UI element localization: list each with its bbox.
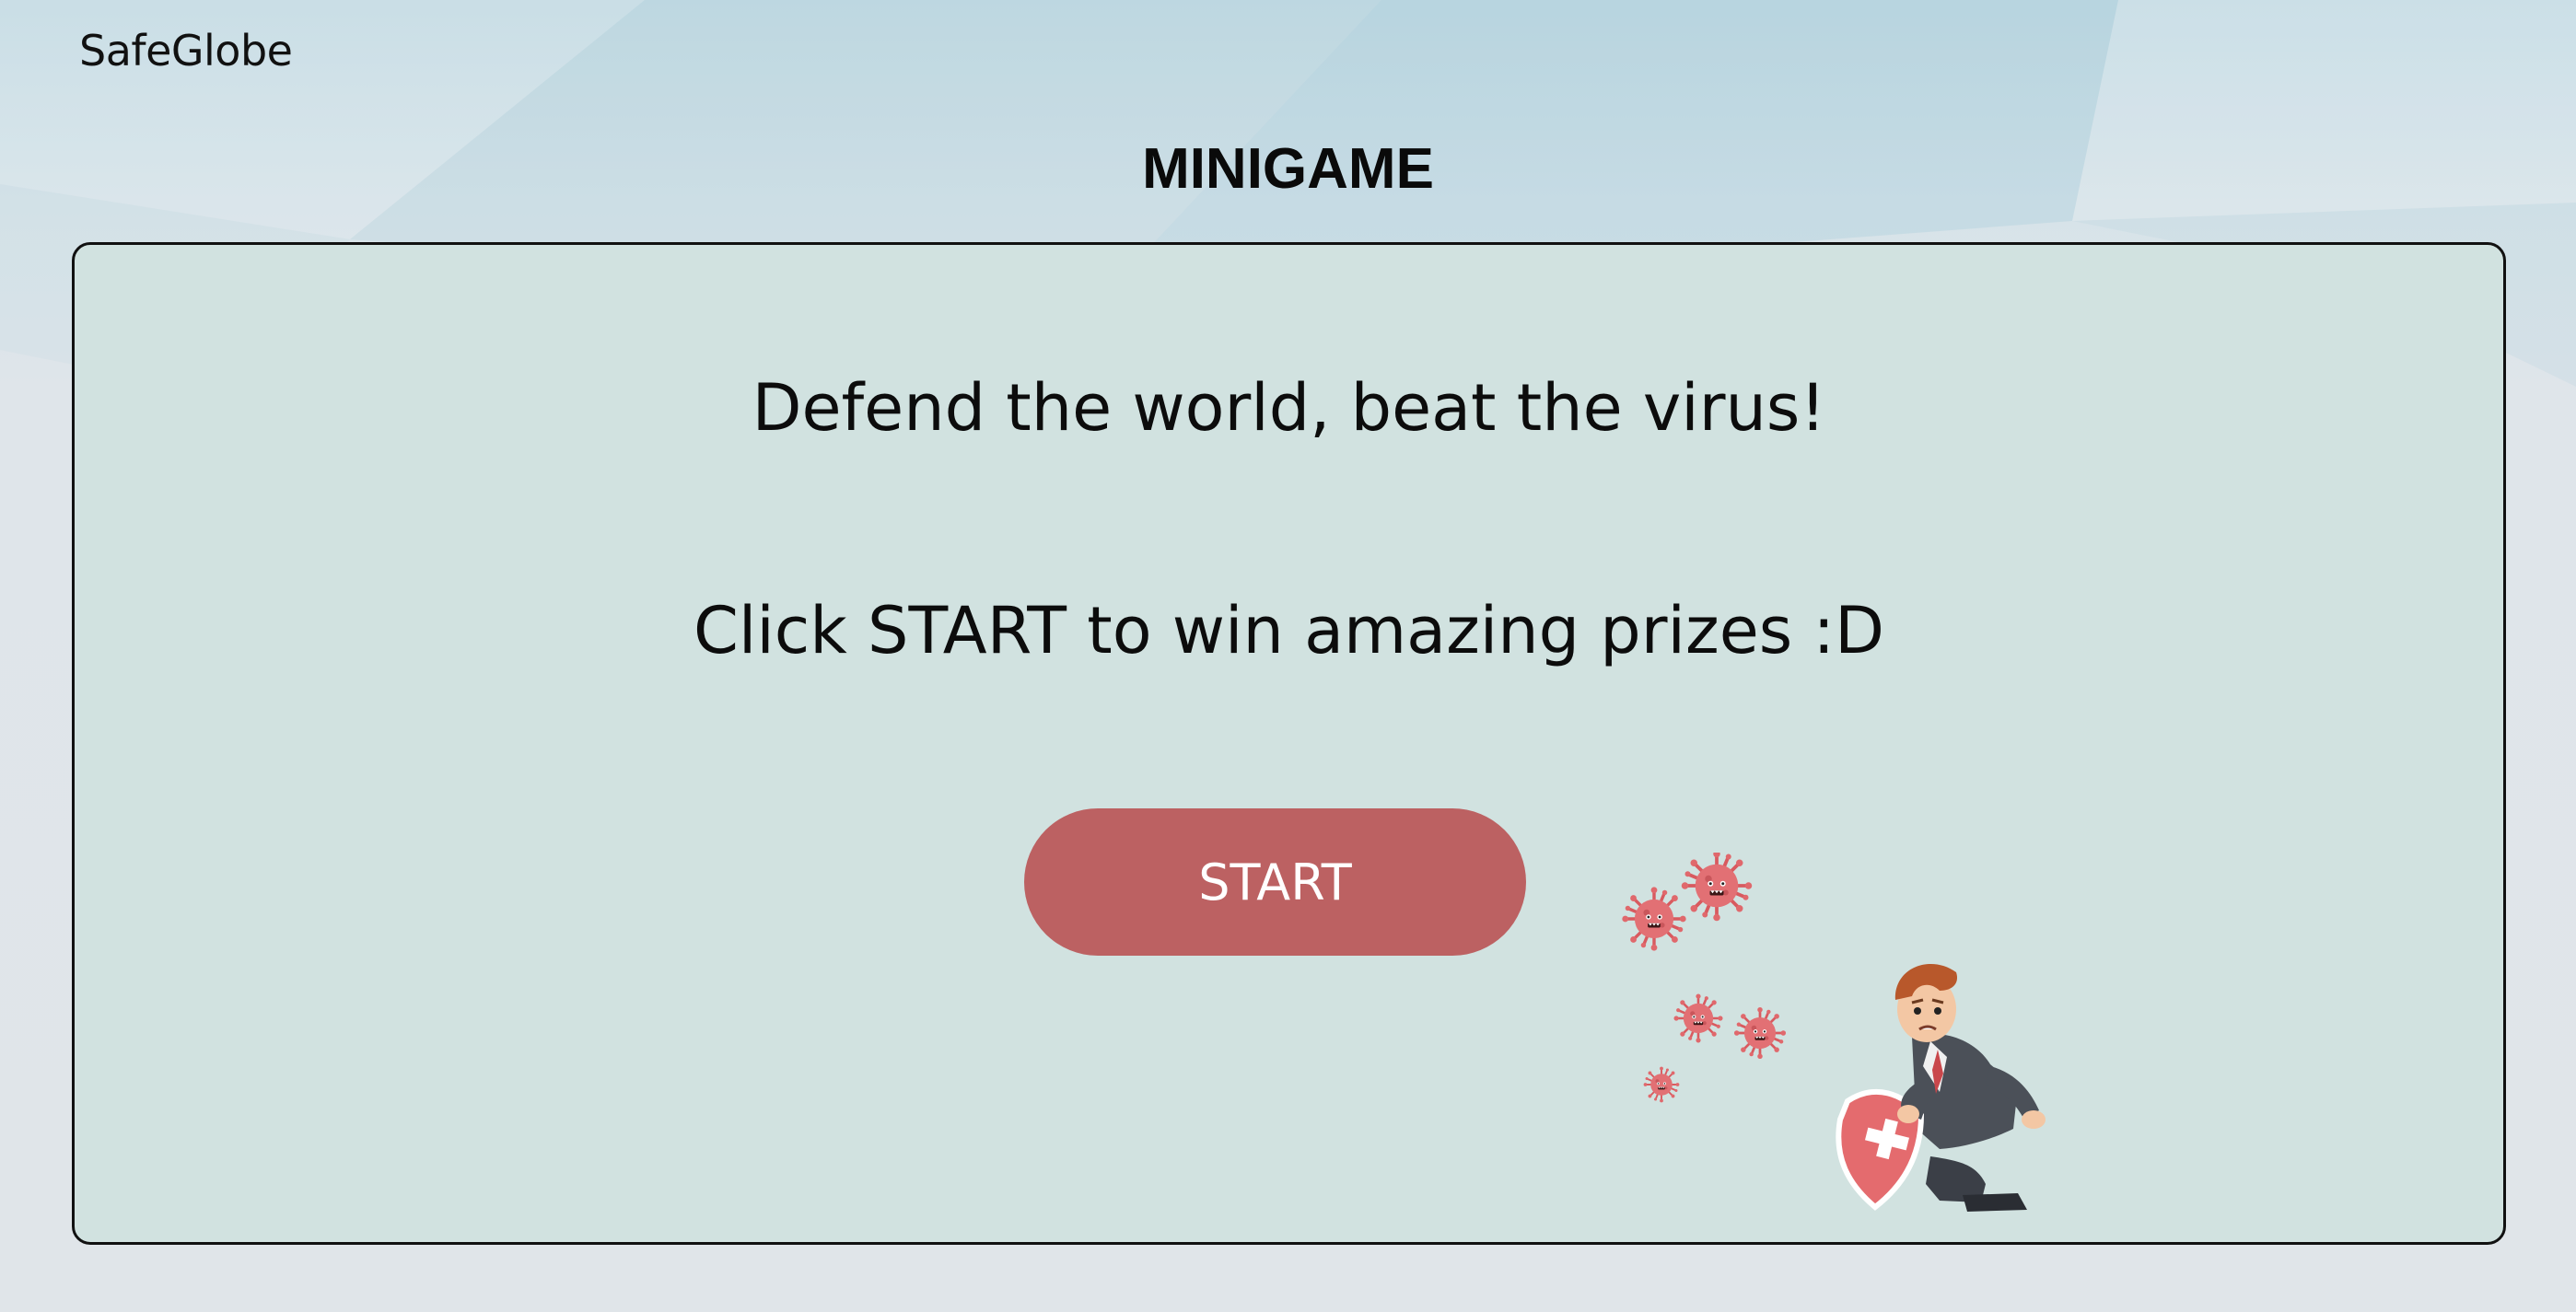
start-button[interactable]: START	[1024, 808, 1526, 956]
game-panel: Defend the world, beat the virus! Click …	[72, 242, 2506, 1245]
brand-logo-text[interactable]: SafeGlobe	[79, 26, 293, 75]
page-title: MINIGAME	[1142, 137, 1434, 201]
game-headline: Defend the world, beat the virus!	[752, 370, 1826, 446]
game-instruction: Click START to win amazing prizes :D	[694, 593, 1884, 668]
virus-defender-illustration-icon	[1620, 853, 2046, 1212]
